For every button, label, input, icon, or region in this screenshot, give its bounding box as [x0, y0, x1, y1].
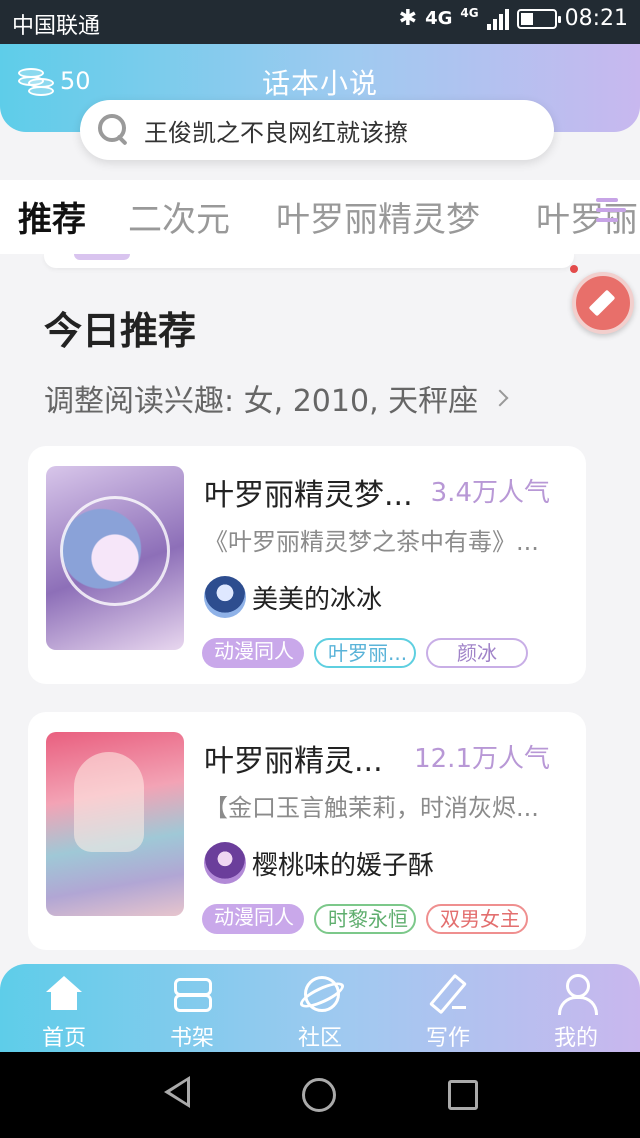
pen-icon	[426, 972, 470, 1016]
tag-list: 动漫同人 时黎永恒 双男女主	[202, 904, 528, 934]
tab-yeluoli-dream[interactable]: 叶罗丽精灵梦	[276, 192, 480, 241]
nav-label: 我的	[553, 1026, 598, 1051]
nav-community[interactable]: 社区	[256, 972, 384, 1052]
home-icon	[42, 972, 86, 1016]
author-info[interactable]: 美美的冰冰	[204, 576, 382, 618]
app-title: 话本小说	[261, 67, 378, 100]
nav-label: 书架	[169, 1026, 214, 1051]
book-description: 【金口玉言触茉莉，时消灰烬...	[204, 794, 539, 822]
nav-label: 社区	[297, 1026, 342, 1051]
nav-write[interactable]: 写作	[384, 972, 512, 1052]
user-icon	[554, 972, 598, 1016]
tag[interactable]: 时黎永恒	[314, 904, 416, 934]
author-name: 美美的冰冰	[252, 584, 383, 615]
tab-menu-icon[interactable]	[596, 198, 626, 228]
recent-apps-icon[interactable]	[448, 1080, 478, 1110]
status-icons: ✱ 4G 4G 08:21	[399, 6, 628, 31]
tag-list: 动漫同人 叶罗丽... 颜冰	[202, 638, 528, 668]
popularity-count: 12.1万人气	[414, 744, 550, 774]
nav-label: 首页	[41, 1026, 86, 1051]
notification-dot	[570, 265, 578, 273]
chevron-right-icon	[491, 389, 509, 407]
bluetooth-icon: ✱	[398, 6, 418, 31]
search-icon	[94, 110, 134, 150]
book-title: 叶罗丽精灵梦...	[204, 478, 413, 513]
carrier-name: 中国联通	[12, 14, 101, 39]
avatar	[204, 842, 246, 884]
battery-icon	[516, 8, 561, 29]
section-title: 今日推荐	[44, 309, 197, 353]
popularity-count: 3.4万人气	[430, 478, 550, 508]
back-icon[interactable]	[164, 1076, 190, 1108]
book-title: 叶罗丽精灵...	[204, 744, 383, 779]
book-cover[interactable]	[46, 466, 184, 650]
book-description: 《叶罗丽精灵梦之茶中有毒》...	[204, 528, 539, 556]
book-cover[interactable]	[46, 732, 184, 916]
network-type: 4G	[425, 8, 453, 29]
nav-profile[interactable]: 我的	[512, 972, 640, 1052]
status-bar: 中国联通 ✱ 4G 4G 08:21	[0, 0, 640, 44]
banner-edge	[44, 254, 574, 268]
home-button-icon[interactable]	[302, 1078, 336, 1112]
tag[interactable]: 动漫同人	[202, 638, 304, 668]
broom-icon[interactable]	[572, 272, 634, 334]
search-bar[interactable]: 王俊凯之不良网红就该撩	[80, 100, 554, 160]
author-info[interactable]: 樱桃味的媛子酥	[204, 842, 434, 884]
search-input[interactable]: 王俊凯之不良网红就该撩	[144, 113, 408, 148]
bookshelf-icon	[170, 972, 214, 1016]
book-card[interactable]: 叶罗丽精灵梦... 3.4万人气 《叶罗丽精灵梦之茶中有毒》... 美美的冰冰 …	[28, 446, 586, 684]
interest-text: 调整阅读兴趣: 女, 2010, 天秤座	[44, 384, 479, 419]
nav-label: 写作	[425, 1026, 470, 1051]
system-nav-bar	[0, 1052, 640, 1138]
nav-home[interactable]: 首页	[0, 972, 128, 1052]
avatar	[204, 576, 246, 618]
author-name: 樱桃味的媛子酥	[252, 850, 435, 881]
tab-anime[interactable]: 二次元	[128, 192, 230, 241]
planet-icon	[298, 972, 342, 1016]
tab-recommend[interactable]: 推荐	[18, 192, 86, 241]
tag[interactable]: 动漫同人	[202, 904, 304, 934]
nav-bookshelf[interactable]: 书架	[128, 972, 256, 1052]
tag[interactable]: 双男女主	[426, 904, 528, 934]
tag[interactable]: 颜冰	[426, 638, 528, 668]
tag[interactable]: 叶罗丽...	[314, 638, 416, 668]
clock: 08:21	[564, 6, 628, 31]
adjust-interest-link[interactable]: 调整阅读兴趣: 女, 2010, 天秤座	[44, 376, 509, 420]
signal-bars-icon	[486, 8, 509, 30]
category-tabs: 推荐 二次元 叶罗丽精灵梦 叶罗丽	[0, 180, 640, 254]
network-type-secondary: 4G	[460, 6, 479, 20]
bottom-nav: 首页 书架 社区 写作 我的	[0, 964, 640, 1052]
book-card[interactable]: 叶罗丽精灵... 12.1万人气 【金口玉言触茉莉，时消灰烬... 樱桃味的媛子…	[28, 712, 586, 950]
